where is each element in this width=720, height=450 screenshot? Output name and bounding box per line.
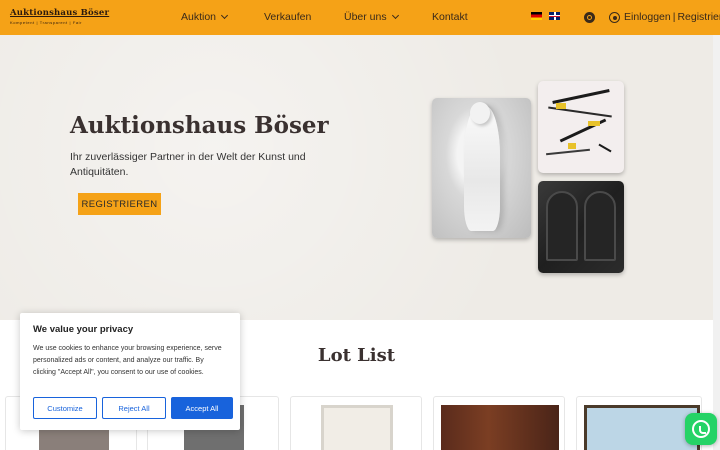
hero-title: Auktionshaus Böser: [70, 112, 329, 139]
de-flag-icon[interactable]: [531, 12, 542, 20]
lot-thumbnail: [584, 405, 700, 450]
nav-item-auktion[interactable]: Auktion: [181, 11, 229, 23]
statue-image: [432, 98, 531, 238]
whatsapp-icon[interactable]: [685, 413, 717, 445]
nav-label: Verkaufen: [264, 11, 312, 23]
user-icon[interactable]: [609, 12, 620, 23]
hero-subtitle: Ihr zuverlässiger Partner in der Welt de…: [70, 151, 306, 178]
chevron-down-icon: [220, 11, 229, 20]
abstract-painting-image: [538, 81, 624, 173]
cookie-title: We value your privacy: [33, 324, 134, 335]
cookie-consent-banner: We value your privacy We use cookies to …: [20, 313, 240, 430]
cookie-buttons: Customize Reject All Accept All: [33, 397, 233, 419]
search-icon[interactable]: [584, 12, 595, 23]
nav-label: Über uns: [344, 11, 387, 23]
nav-label: Auktion: [181, 11, 217, 23]
site-logo[interactable]: Auktionshaus Böser Kompetent | Transpare…: [10, 8, 110, 25]
nav-label: Kontakt: [432, 11, 468, 23]
reject-all-button[interactable]: Reject All: [102, 397, 166, 419]
accept-all-button[interactable]: Accept All: [171, 397, 233, 419]
register-link[interactable]: Registrieren: [677, 11, 720, 23]
lot-thumbnail: [321, 405, 393, 450]
nav-item-kontakt[interactable]: Kontakt: [432, 11, 468, 23]
carved-relief-image: [538, 181, 624, 273]
lot-thumbnail: [441, 405, 559, 450]
lot-card[interactable]: [290, 396, 422, 450]
register-button[interactable]: REGISTRIEREN: [78, 193, 161, 215]
scrollbar[interactable]: [713, 35, 720, 450]
logo-title: Auktionshaus Böser: [10, 8, 110, 18]
gb-flag-icon[interactable]: [549, 12, 560, 20]
customize-button[interactable]: Customize: [33, 397, 97, 419]
nav-item-ueber-uns[interactable]: Über uns: [344, 11, 399, 23]
site-header: Auktionshaus Böser Kompetent | Transpare…: [0, 0, 720, 35]
lot-card[interactable]: [576, 396, 702, 450]
account-links: Einloggen|Registrieren: [624, 11, 720, 23]
account-separator: |: [672, 11, 676, 23]
cookie-text: We use cookies to enhance your browsing …: [33, 345, 222, 376]
login-link[interactable]: Einloggen: [624, 11, 671, 23]
page: Auktionshaus Böser Kompetent | Transpare…: [0, 0, 720, 450]
lot-card[interactable]: [433, 396, 565, 450]
nav-item-verkaufen[interactable]: Verkaufen: [264, 11, 311, 23]
chevron-down-icon: [391, 11, 399, 20]
logo-subtitle: Kompetent | Transparent | Fair: [10, 20, 83, 25]
